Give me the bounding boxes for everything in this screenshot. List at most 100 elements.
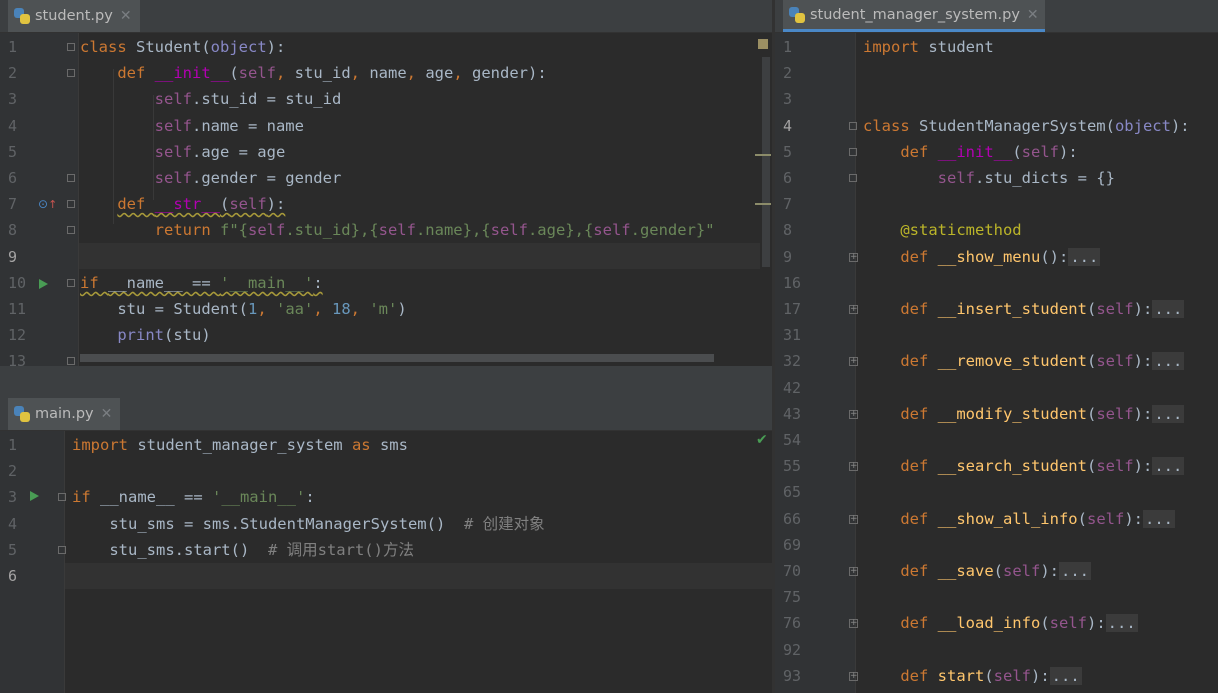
code-line[interactable]: import student	[863, 34, 994, 60]
code-line[interactable]: def __search_student(self):...	[863, 453, 1185, 479]
line-number: 5	[8, 540, 18, 559]
code-token: ,	[350, 64, 370, 83]
code-line[interactable]: stu_sms.start() # 调用start()方法	[72, 537, 414, 563]
expand-fold-icon[interactable]: +	[849, 409, 858, 419]
indent-guide	[113, 69, 114, 224]
collapsed-region[interactable]: ...	[1049, 666, 1082, 685]
line-number: 11	[8, 300, 27, 318]
vertical-scrollbar[interactable]	[755, 33, 772, 366]
fold-icon[interactable]	[67, 200, 75, 209]
code-line[interactable]: def __init__(self, stu_id, name, age, ge…	[80, 60, 547, 86]
code-line[interactable]: def __str__(self):	[80, 191, 285, 217]
code-line[interactable]: class Student(object):	[80, 34, 285, 60]
expand-fold-icon[interactable]: +	[849, 671, 858, 681]
scroll-thumb[interactable]	[762, 57, 770, 267]
fold-icon[interactable]	[849, 121, 857, 130]
code-token: .stu_dicts = {}	[974, 169, 1115, 187]
code-line[interactable]: @staticmethod	[863, 217, 1021, 243]
tab-label: student_manager_system.py	[810, 6, 1020, 23]
code-line[interactable]: stu_sms = sms.StudentManagerSystem() # 创…	[72, 511, 544, 537]
line-number: 42	[783, 378, 802, 397]
code-token: ):	[266, 38, 286, 56]
code-line[interactable]: def __modify_student(self):...	[863, 401, 1185, 427]
collapsed-region[interactable]: ...	[1152, 300, 1185, 318]
collapsed-region[interactable]: ...	[1105, 614, 1138, 633]
tab-student-manager-system-py[interactable]: student_manager_system.py ✕	[783, 0, 1045, 32]
code-line[interactable]: def __save(self):...	[863, 558, 1091, 584]
expand-fold-icon[interactable]: +	[849, 567, 858, 576]
code-token: __init__	[937, 142, 1013, 161]
line-number: 54	[783, 431, 802, 449]
code-line[interactable]: import student_manager_system as sms	[72, 432, 408, 458]
close-icon[interactable]: ✕	[1027, 7, 1039, 23]
expand-fold-icon[interactable]: +	[849, 305, 858, 314]
line-number: 69	[783, 535, 802, 554]
code-line[interactable]: def __remove_student(self):...	[863, 348, 1185, 374]
collapsed-region[interactable]: ...	[1142, 509, 1175, 528]
tab-student-py[interactable]: student.py ✕	[8, 0, 140, 32]
splitter[interactable]	[0, 366, 772, 398]
scroll-marker	[758, 39, 768, 49]
fold-icon[interactable]	[849, 174, 857, 182]
fold-icon[interactable]	[67, 69, 75, 78]
code-token: ,	[257, 300, 276, 318]
expand-fold-icon[interactable]: +	[849, 462, 858, 472]
collapsed-region[interactable]: ...	[1059, 562, 1091, 580]
code-line[interactable]: def __insert_student(self):...	[863, 296, 1185, 322]
editor-main[interactable]: main.py ✕ 1 import student_manager_system…	[0, 398, 772, 693]
fold-icon[interactable]	[849, 147, 857, 156]
tab-main-py[interactable]: main.py ✕	[8, 398, 121, 430]
code-line[interactable]: def start(self):...	[863, 663, 1082, 689]
code-token: __show_menu	[937, 247, 1041, 266]
code-line[interactable]: self.stu_dicts = {}	[863, 165, 1115, 191]
fold-icon[interactable]	[67, 174, 75, 182]
fold-icon[interactable]	[58, 493, 66, 502]
code-line[interactable]: self.stu_id = stu_id	[80, 86, 342, 112]
editor-sms[interactable]: student_manager_system.py ✕ 1 import stud…	[775, 0, 1218, 693]
code-line[interactable]: def __show_all_info(self):...	[863, 506, 1175, 532]
code-line[interactable]: if __name__ == '__main__':	[80, 270, 323, 296]
collapsed-region[interactable]: ...	[1152, 457, 1185, 476]
fold-icon[interactable]	[58, 545, 66, 554]
code-line[interactable]: def __show_menu():...	[863, 244, 1101, 270]
run-icon[interactable]	[39, 279, 48, 289]
code-line[interactable]: self.gender = gender	[80, 165, 342, 191]
expand-fold-icon[interactable]: +	[849, 252, 858, 262]
code-token: import	[863, 38, 929, 56]
fold-icon[interactable]	[67, 357, 75, 366]
code-line[interactable]: if __name__ == '__main__':	[72, 484, 315, 510]
line-number: 8	[8, 221, 18, 240]
fold-icon[interactable]	[67, 226, 75, 235]
expand-fold-icon[interactable]: +	[849, 357, 858, 367]
code-token: stu_id	[294, 64, 351, 83]
editor-student[interactable]: student.py ✕ 1 class Student(object): 2 de…	[0, 0, 772, 366]
collapsed-region[interactable]: ...	[1152, 352, 1185, 371]
close-icon[interactable]: ✕	[101, 406, 113, 422]
code-line[interactable]: stu = Student(1, 'aa', 18, 'm')	[80, 296, 406, 322]
code-line[interactable]: class StudentManagerSystem(object):	[863, 113, 1190, 139]
code-token: :	[313, 273, 323, 292]
code-token: if	[72, 488, 100, 507]
collapsed-region[interactable]: ...	[1068, 247, 1101, 266]
code-line[interactable]: return f"{self.stu_id},{self.name},{self…	[80, 217, 715, 243]
code-line[interactable]: print(stu)	[80, 322, 210, 348]
expand-fold-icon[interactable]: +	[849, 619, 858, 629]
run-icon[interactable]	[30, 491, 39, 501]
horizontal-scrollbar-thumb[interactable]	[80, 354, 714, 362]
fold-icon[interactable]	[67, 43, 75, 51]
line-number: 16	[783, 273, 802, 292]
close-icon[interactable]: ✕	[120, 8, 132, 24]
collapsed-region[interactable]: ...	[1152, 404, 1185, 423]
code-line[interactable]: def __load_info(self):...	[863, 610, 1138, 636]
code-line[interactable]: def __init__(self):	[863, 139, 1077, 165]
code-token: self	[1086, 509, 1125, 528]
pane-divider[interactable]	[772, 0, 775, 693]
code-token: self	[154, 142, 192, 161]
code-token: gender):	[472, 64, 547, 83]
code-line[interactable]: self.age = age	[80, 139, 286, 165]
expand-fold-icon[interactable]: +	[849, 514, 858, 524]
fold-icon[interactable]	[67, 278, 75, 287]
